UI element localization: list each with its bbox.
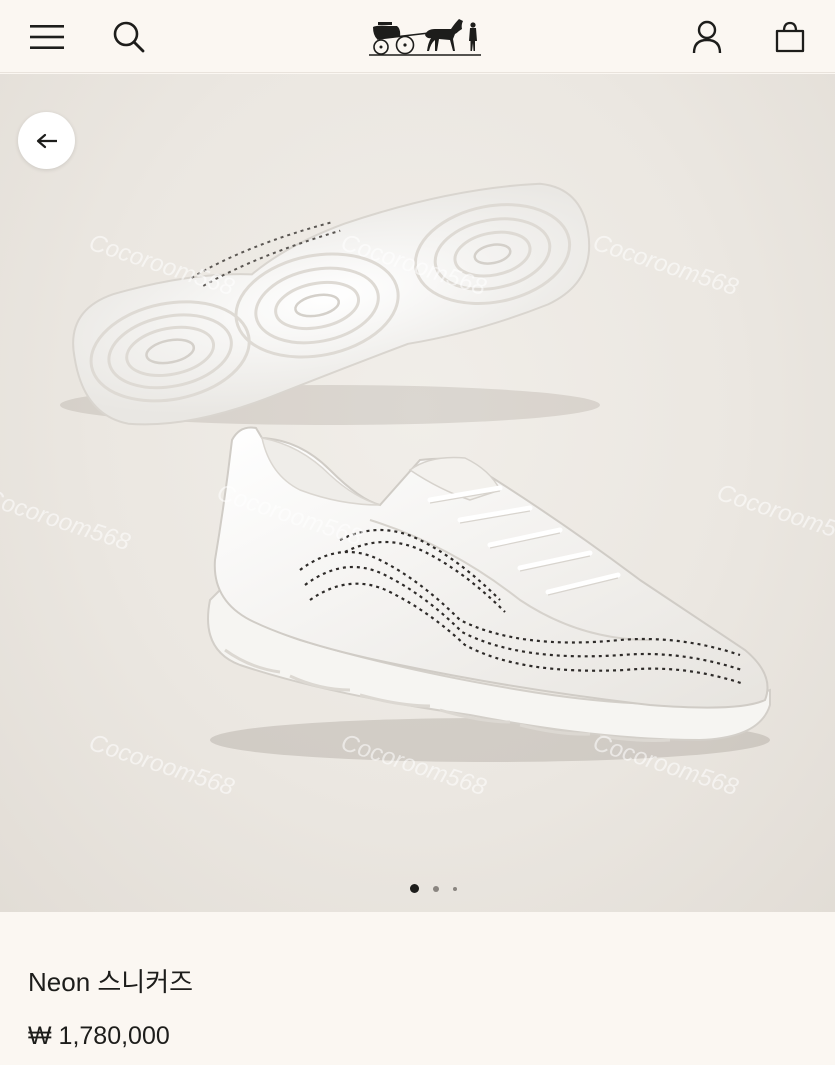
account-button[interactable] [684, 0, 730, 73]
product-photo [60, 182, 771, 762]
carousel-dot-2[interactable] [433, 885, 439, 892]
search-button[interactable] [106, 0, 152, 73]
shopping-bag-icon [775, 21, 805, 52]
shopping-bag-button[interactable] [766, 0, 814, 73]
product-image-gallery[interactable]: Cocoroom568 Cocoroom568 Cocoroom568 Coco… [0, 74, 835, 912]
search-icon [113, 21, 145, 52]
person-icon [692, 20, 722, 53]
product-price: ₩ 1,780,000 [28, 1022, 170, 1050]
carriage-logo [369, 18, 481, 56]
top-header [0, 0, 835, 73]
carousel-dot-1[interactable] [410, 884, 419, 893]
hamburger-menu-icon [30, 24, 64, 49]
menu-button[interactable] [24, 0, 70, 73]
carousel-dot-3[interactable] [453, 886, 457, 891]
arrow-left-icon [36, 133, 57, 148]
carousel-pagination [410, 884, 457, 893]
back-button[interactable] [18, 112, 75, 169]
sneaker-side-view [207, 426, 771, 742]
brand-logo[interactable] [362, 0, 488, 73]
product-name: Neon 스니커즈 [28, 967, 194, 997]
